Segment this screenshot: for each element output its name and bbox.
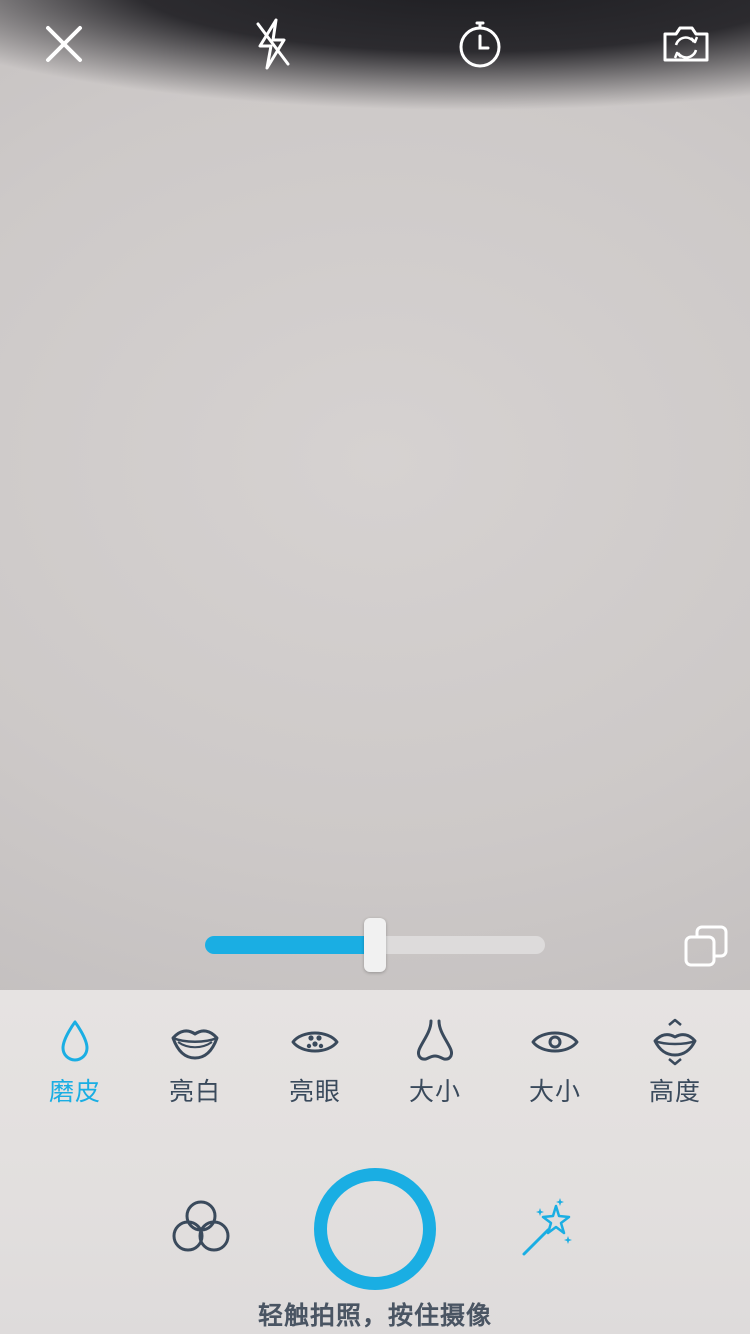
tool-label: 亮眼	[288, 1077, 341, 1106]
lips-height-icon	[653, 1018, 697, 1066]
timer-icon	[459, 21, 501, 68]
magic-wand-icon	[522, 1198, 572, 1256]
close-button[interactable]	[38, 18, 90, 70]
beauty-intensity-slider[interactable]	[205, 918, 545, 972]
tool-whiten-teeth[interactable]: 亮白	[135, 1014, 255, 1114]
eye-icon	[531, 1031, 579, 1053]
close-icon	[46, 26, 82, 62]
filters-icon	[172, 1200, 230, 1252]
nose-icon	[417, 1019, 453, 1061]
switch-camera-button[interactable]	[660, 18, 712, 70]
tool-label: 亮白	[168, 1077, 221, 1106]
tool-label: 磨皮	[48, 1077, 101, 1106]
camera-screen: 磨皮 亮白 亮眼 大小 大小 高度 轻触拍照，按住摄像	[0, 0, 750, 1334]
slider-fill	[205, 936, 375, 954]
tool-nose-size[interactable]: 大小	[375, 1014, 495, 1114]
droplet-icon	[61, 1020, 89, 1062]
tool-brighten-eyes[interactable]: 亮眼	[255, 1014, 375, 1114]
flash-button[interactable]	[246, 18, 298, 70]
camera-preview[interactable]	[0, 0, 750, 990]
tool-eye-size[interactable]: 大小	[495, 1014, 615, 1114]
lips-icon	[171, 1029, 219, 1060]
shutter-hint-text: 轻触拍照，按住摄像	[257, 1301, 492, 1330]
magic-wand-button[interactable]	[518, 1196, 580, 1258]
flash-off-icon	[256, 18, 290, 70]
timer-button[interactable]	[454, 18, 506, 70]
shutter-button[interactable]	[314, 1168, 436, 1290]
compare-icon	[684, 925, 728, 967]
tool-label: 大小	[408, 1077, 461, 1106]
slider-thumb[interactable]	[364, 918, 386, 972]
filters-button[interactable]	[168, 1194, 234, 1260]
tool-label: 大小	[528, 1077, 581, 1106]
bottom-panel: 磨皮 亮白 亮眼 大小 大小 高度 轻触拍照，按住摄像	[0, 990, 750, 1334]
tool-lip-height[interactable]: 高度	[615, 1014, 735, 1114]
tool-smooth-skin[interactable]: 磨皮	[15, 1014, 135, 1114]
tool-label: 高度	[648, 1077, 701, 1106]
eye-sparkle-icon	[291, 1031, 339, 1053]
compare-button[interactable]	[683, 924, 729, 970]
camera-switch-icon	[663, 26, 709, 62]
